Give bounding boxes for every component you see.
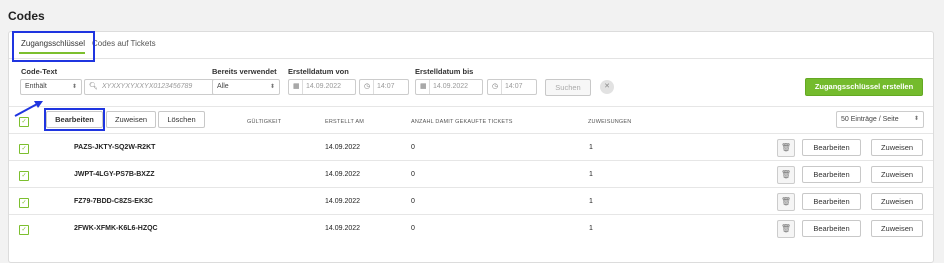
divider [373,80,374,94]
trash-icon[interactable]: 🗑︎ [777,139,795,157]
table-header-row: ✓ Bearbeiten Zuweisen Löschen GÜLTIGKEIT… [9,106,933,134]
page-size-select[interactable]: 50 Einträge / Seite ⬍ [836,111,924,128]
used-select[interactable]: Alle ⬍ [212,79,280,95]
created-from-time-input[interactable]: ◷ 14:07 [359,79,409,95]
created-from-date-input[interactable]: ▦ 14.09.2022 [288,79,356,95]
calendar-icon: ▦ [420,83,427,90]
table-row[interactable]: ✓ JWPT-4LGY-PS7B-BXZZ 14.09.2022 0 1 🗑︎ … [9,160,933,188]
tab-bar: Zugangsschlüssel Codes auf Tickets [9,32,933,59]
annotation-arrow-icon [14,101,43,117]
table-row[interactable]: ✓ 2FWK-XFMK-K6L6-HZQC 14.09.2022 0 1 🗑︎ … [9,214,933,242]
tab-codes-auf-tickets[interactable]: Codes auf Tickets [92,39,156,48]
created-from-date-value: 14.09.2022 [306,83,342,90]
used-value: Alle [217,83,229,90]
header-created: ERSTELLT AM [325,119,364,125]
row-checkbox[interactable]: ✓ [19,225,29,235]
code-match-select[interactable]: Enthält ⬍ [20,79,82,95]
trash-icon[interactable]: 🗑︎ [777,193,795,211]
bulk-assign-button[interactable]: Zuweisen [106,111,156,128]
row-code: 2FWK-XFMK-K6L6-HZQC [74,225,158,232]
row-assign-button[interactable]: Zuweisen [871,166,923,183]
bulk-delete-button[interactable]: Löschen [158,111,205,128]
row-created: 14.09.2022 [325,144,361,151]
table-row[interactable]: ✓ FZ79-7BDD-C8ZS-EK3C 14.09.2022 0 1 🗑︎ … [9,187,933,215]
calendar-icon: ▦ [293,83,300,90]
row-assignments: 1 [589,198,593,205]
code-search-input[interactable]: 🔍︎ XYXXYXYXXYX0123456789 [84,79,221,95]
row-tickets: 0 [411,225,415,232]
row-checkbox[interactable]: ✓ [19,144,29,154]
row-tickets: 0 [411,171,415,178]
table-row[interactable]: ✓ PAZS-JKTY-SQ2W-R2KT 14.09.2022 0 1 🗑︎ … [9,133,933,161]
row-tickets: 0 [411,144,415,151]
row-edit-button[interactable]: Bearbeiten [802,166,861,183]
header-tickets: ANZAHL DAMIT GEKAUFTE TICKETS [411,119,513,125]
create-access-key-button[interactable]: Zugangsschlüssel erstellen [805,78,923,96]
created-to-date-input[interactable]: ▦ 14.09.2022 [415,79,483,95]
row-checkbox[interactable]: ✓ [19,198,29,208]
highlight-box-edit [44,108,105,131]
trash-icon[interactable]: 🗑︎ [777,220,795,238]
row-edit-button[interactable]: Bearbeiten [802,220,861,237]
row-code: PAZS-JKTY-SQ2W-R2KT [74,144,156,151]
header-assignments: ZUWEISUNGEN [588,119,632,125]
highlight-box-tab [12,31,95,62]
row-checkbox[interactable]: ✓ [19,171,29,181]
row-tickets: 0 [411,198,415,205]
row-created: 14.09.2022 [325,225,361,232]
search-button[interactable]: Suchen [545,79,591,96]
row-created: 14.09.2022 [325,171,361,178]
created-from-label: Erstelldatum von [288,67,349,76]
code-match-value: Enthält [25,83,47,90]
row-assignments: 1 [589,171,593,178]
select-caret-icon: ⬍ [71,84,77,90]
clear-filters-icon[interactable]: ✕ [600,80,614,94]
clock-icon: ◷ [364,83,371,90]
search-icon: 🔍︎ [89,83,98,90]
created-to-date-value: 14.09.2022 [433,83,469,90]
row-assign-button[interactable]: Zuweisen [871,139,923,156]
created-from-time-value: 14:07 [377,83,395,90]
created-to-time-value: 14:07 [505,83,523,90]
select-caret-icon: ⬍ [913,116,919,122]
page-size-value: 50 Einträge / Seite [841,116,899,123]
row-assign-button[interactable]: Zuweisen [871,193,923,210]
used-label: Bereits verwendet [212,67,277,76]
page-title: Codes [8,9,45,23]
row-edit-button[interactable]: Bearbeiten [802,193,861,210]
created-to-label: Erstelldatum bis [415,67,474,76]
row-code: JWPT-4LGY-PS7B-BXZZ [74,171,155,178]
header-validity: GÜLTIGKEIT [247,119,282,125]
clock-icon: ◷ [492,83,499,90]
row-assignments: 1 [589,144,593,151]
divider [429,80,430,94]
row-code: FZ79-7BDD-C8ZS-EK3C [74,198,153,205]
trash-icon[interactable]: 🗑︎ [777,166,795,184]
row-assign-button[interactable]: Zuweisen [871,220,923,237]
divider [302,80,303,94]
divider [501,80,502,94]
created-to-time-input[interactable]: ◷ 14:07 [487,79,537,95]
row-created: 14.09.2022 [325,198,361,205]
row-assignments: 1 [589,225,593,232]
row-edit-button[interactable]: Bearbeiten [802,139,861,156]
codes-card: Zugangsschlüssel Codes auf Tickets Code-… [8,31,934,263]
select-caret-icon: ⬍ [269,84,275,90]
code-search-placeholder: XYXXYXYXXYX0123456789 [102,83,193,90]
code-text-label: Code-Text [21,67,58,76]
